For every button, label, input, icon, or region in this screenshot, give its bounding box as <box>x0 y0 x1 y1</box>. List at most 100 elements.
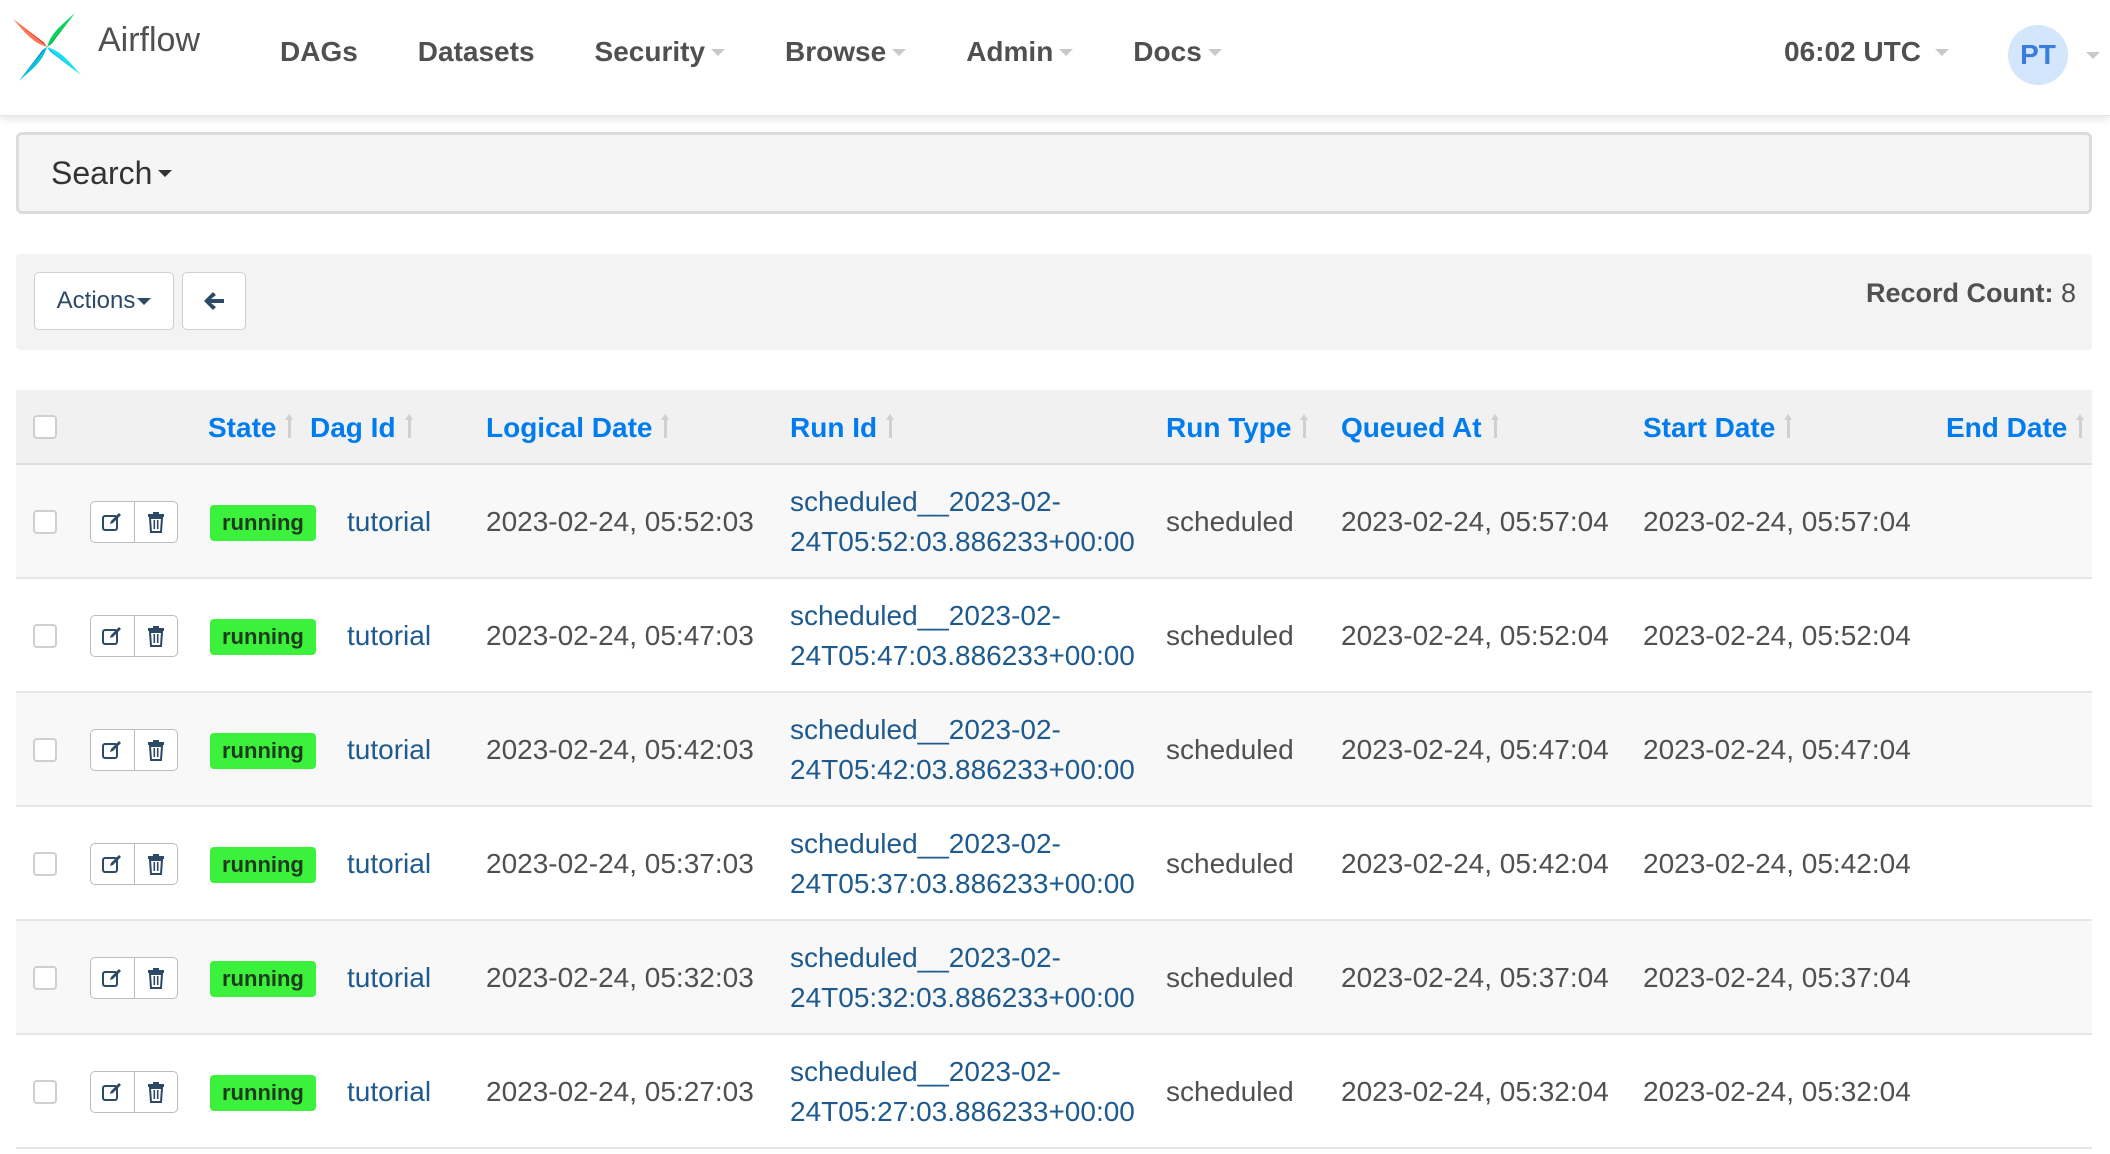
utc-clock-dropdown[interactable]: 06:02 UTC <box>1784 0 1949 104</box>
clock-time: 06:02 UTC <box>1784 36 1921 67</box>
nav-datasets[interactable]: Datasets <box>418 36 535 68</box>
delete-button[interactable] <box>133 958 177 998</box>
logical-date: 2023-02-24, 05:27:03 <box>486 1076 754 1107</box>
column-header-run-type[interactable]: Run Type <box>1166 390 1309 465</box>
column-label: Run Id <box>790 411 878 443</box>
row-action-buttons <box>90 501 178 543</box>
state-badge: running <box>210 961 316 997</box>
run-id-line-2: 24T05:52:03.886233+00:00 <box>790 526 1135 557</box>
run-id-line-2: 24T05:47:03.886233+00:00 <box>790 640 1135 671</box>
trash-icon <box>147 512 164 533</box>
nav-security-label: Security <box>594 36 706 67</box>
edit-icon <box>102 741 122 759</box>
record-count: Record Count: 8 <box>1866 278 2076 309</box>
row-checkbox[interactable] <box>33 624 57 648</box>
nav-docs[interactable]: Docs <box>1133 36 1222 68</box>
search-panel: Search <box>16 132 2092 214</box>
column-header-dag-id[interactable]: Dag Id <box>310 390 414 465</box>
column-header-queued-at[interactable]: Queued At <box>1341 390 1500 465</box>
dag-id-link[interactable]: tutorial <box>347 921 431 1035</box>
run-type: scheduled <box>1166 848 1294 879</box>
logical-date: 2023-02-24, 05:42:03 <box>486 734 754 765</box>
column-header-start-date[interactable]: Start Date <box>1643 390 1793 465</box>
airflow-logo-icon <box>12 12 82 82</box>
state-badge: running <box>210 847 316 883</box>
edit-button[interactable] <box>91 616 134 656</box>
run-id-link[interactable]: scheduled__2023-02- 24T05:52:03.886233+0… <box>790 465 1135 579</box>
column-header-state[interactable]: State <box>208 390 294 465</box>
row-checkbox[interactable] <box>33 852 57 876</box>
row-checkbox[interactable] <box>33 738 57 762</box>
back-button[interactable] <box>182 272 246 330</box>
chevron-down-icon <box>158 169 173 177</box>
sort-icon <box>404 413 414 442</box>
column-header-run-id[interactable]: Run Id <box>790 390 895 465</box>
row-checkbox[interactable] <box>33 1080 57 1104</box>
chevron-down-icon <box>1207 48 1222 56</box>
chevron-down-icon <box>711 48 726 56</box>
delete-button[interactable] <box>133 502 177 542</box>
chevron-down-icon <box>1059 48 1074 56</box>
dag-id-link[interactable]: tutorial <box>347 1035 431 1149</box>
edit-button[interactable] <box>91 1072 134 1112</box>
queued-at: 2023-02-24, 05:47:04 <box>1341 734 1609 765</box>
nav-docs-label: Docs <box>1133 36 1202 67</box>
column-label: Queued At <box>1341 411 1482 443</box>
record-count-value: 8 <box>2060 278 2076 308</box>
edit-icon <box>102 855 122 873</box>
brand-link[interactable]: Airflow <box>10 10 200 84</box>
delete-button[interactable] <box>133 1072 177 1112</box>
delete-button[interactable] <box>133 616 177 656</box>
arrow-left-icon <box>204 292 224 310</box>
table-row: running tutorial 2023-02-24, 05:47:03 sc… <box>16 579 2092 693</box>
user-initials: PT <box>2020 39 2056 70</box>
run-id-line-2: 24T05:32:03.886233+00:00 <box>790 982 1135 1013</box>
user-avatar[interactable]: PT <box>2008 25 2068 85</box>
logical-date: 2023-02-24, 05:32:03 <box>486 962 754 993</box>
run-id-line-1: scheduled__2023-02- <box>790 1056 1061 1087</box>
dag-id-link[interactable]: tutorial <box>347 579 431 693</box>
delete-button[interactable] <box>133 844 177 884</box>
table-row: running tutorial 2023-02-24, 05:52:03 sc… <box>16 465 2092 579</box>
run-id-line-2: 24T05:37:03.886233+00:00 <box>790 868 1135 899</box>
edit-button[interactable] <box>91 958 134 998</box>
table-body: running tutorial 2023-02-24, 05:52:03 sc… <box>16 465 2092 1149</box>
chevron-down-icon <box>137 297 152 305</box>
dag-id-link[interactable]: tutorial <box>347 465 431 579</box>
nav-security[interactable]: Security <box>595 36 726 68</box>
search-toggle[interactable]: Search <box>51 154 173 192</box>
actions-dropdown-button[interactable]: Actions <box>34 272 174 330</box>
trash-icon <box>147 626 164 647</box>
search-label: Search <box>51 154 153 191</box>
row-checkbox[interactable] <box>33 966 57 990</box>
start-date: 2023-02-24, 05:57:04 <box>1643 506 1911 537</box>
run-id-link[interactable]: scheduled__2023-02- 24T05:47:03.886233+0… <box>790 579 1135 693</box>
edit-button[interactable] <box>91 502 134 542</box>
edit-icon <box>102 969 122 987</box>
column-header-logical-date[interactable]: Logical Date <box>486 390 670 465</box>
run-id-link[interactable]: scheduled__2023-02- 24T05:37:03.886233+0… <box>790 807 1135 921</box>
user-menu-chevron-down-icon[interactable] <box>2086 52 2100 59</box>
dag-id-link[interactable]: tutorial <box>347 807 431 921</box>
edit-button[interactable] <box>91 730 134 770</box>
select-all-checkbox[interactable] <box>33 415 57 439</box>
column-label: Start Date <box>1643 411 1776 443</box>
sort-icon <box>285 413 294 442</box>
run-id-link[interactable]: scheduled__2023-02- 24T05:32:03.886233+0… <box>790 921 1135 1035</box>
trash-icon <box>147 968 164 989</box>
run-id-line-1: scheduled__2023-02- <box>790 942 1061 973</box>
queued-at: 2023-02-24, 05:37:04 <box>1341 962 1609 993</box>
sort-icon <box>1300 413 1309 442</box>
dag-id-link[interactable]: tutorial <box>347 693 431 807</box>
edit-button[interactable] <box>91 844 134 884</box>
column-label: Dag Id <box>310 411 396 443</box>
column-header-end-date[interactable]: End Date <box>1946 390 2085 465</box>
nav-browse[interactable]: Browse <box>785 36 907 68</box>
nav-dags[interactable]: DAGs <box>280 36 358 68</box>
nav-admin-label: Admin <box>966 36 1054 67</box>
run-id-link[interactable]: scheduled__2023-02- 24T05:42:03.886233+0… <box>790 693 1135 807</box>
row-checkbox[interactable] <box>33 510 57 534</box>
run-id-link[interactable]: scheduled__2023-02- 24T05:27:03.886233+0… <box>790 1035 1135 1149</box>
delete-button[interactable] <box>133 730 177 770</box>
nav-admin[interactable]: Admin <box>966 36 1074 68</box>
